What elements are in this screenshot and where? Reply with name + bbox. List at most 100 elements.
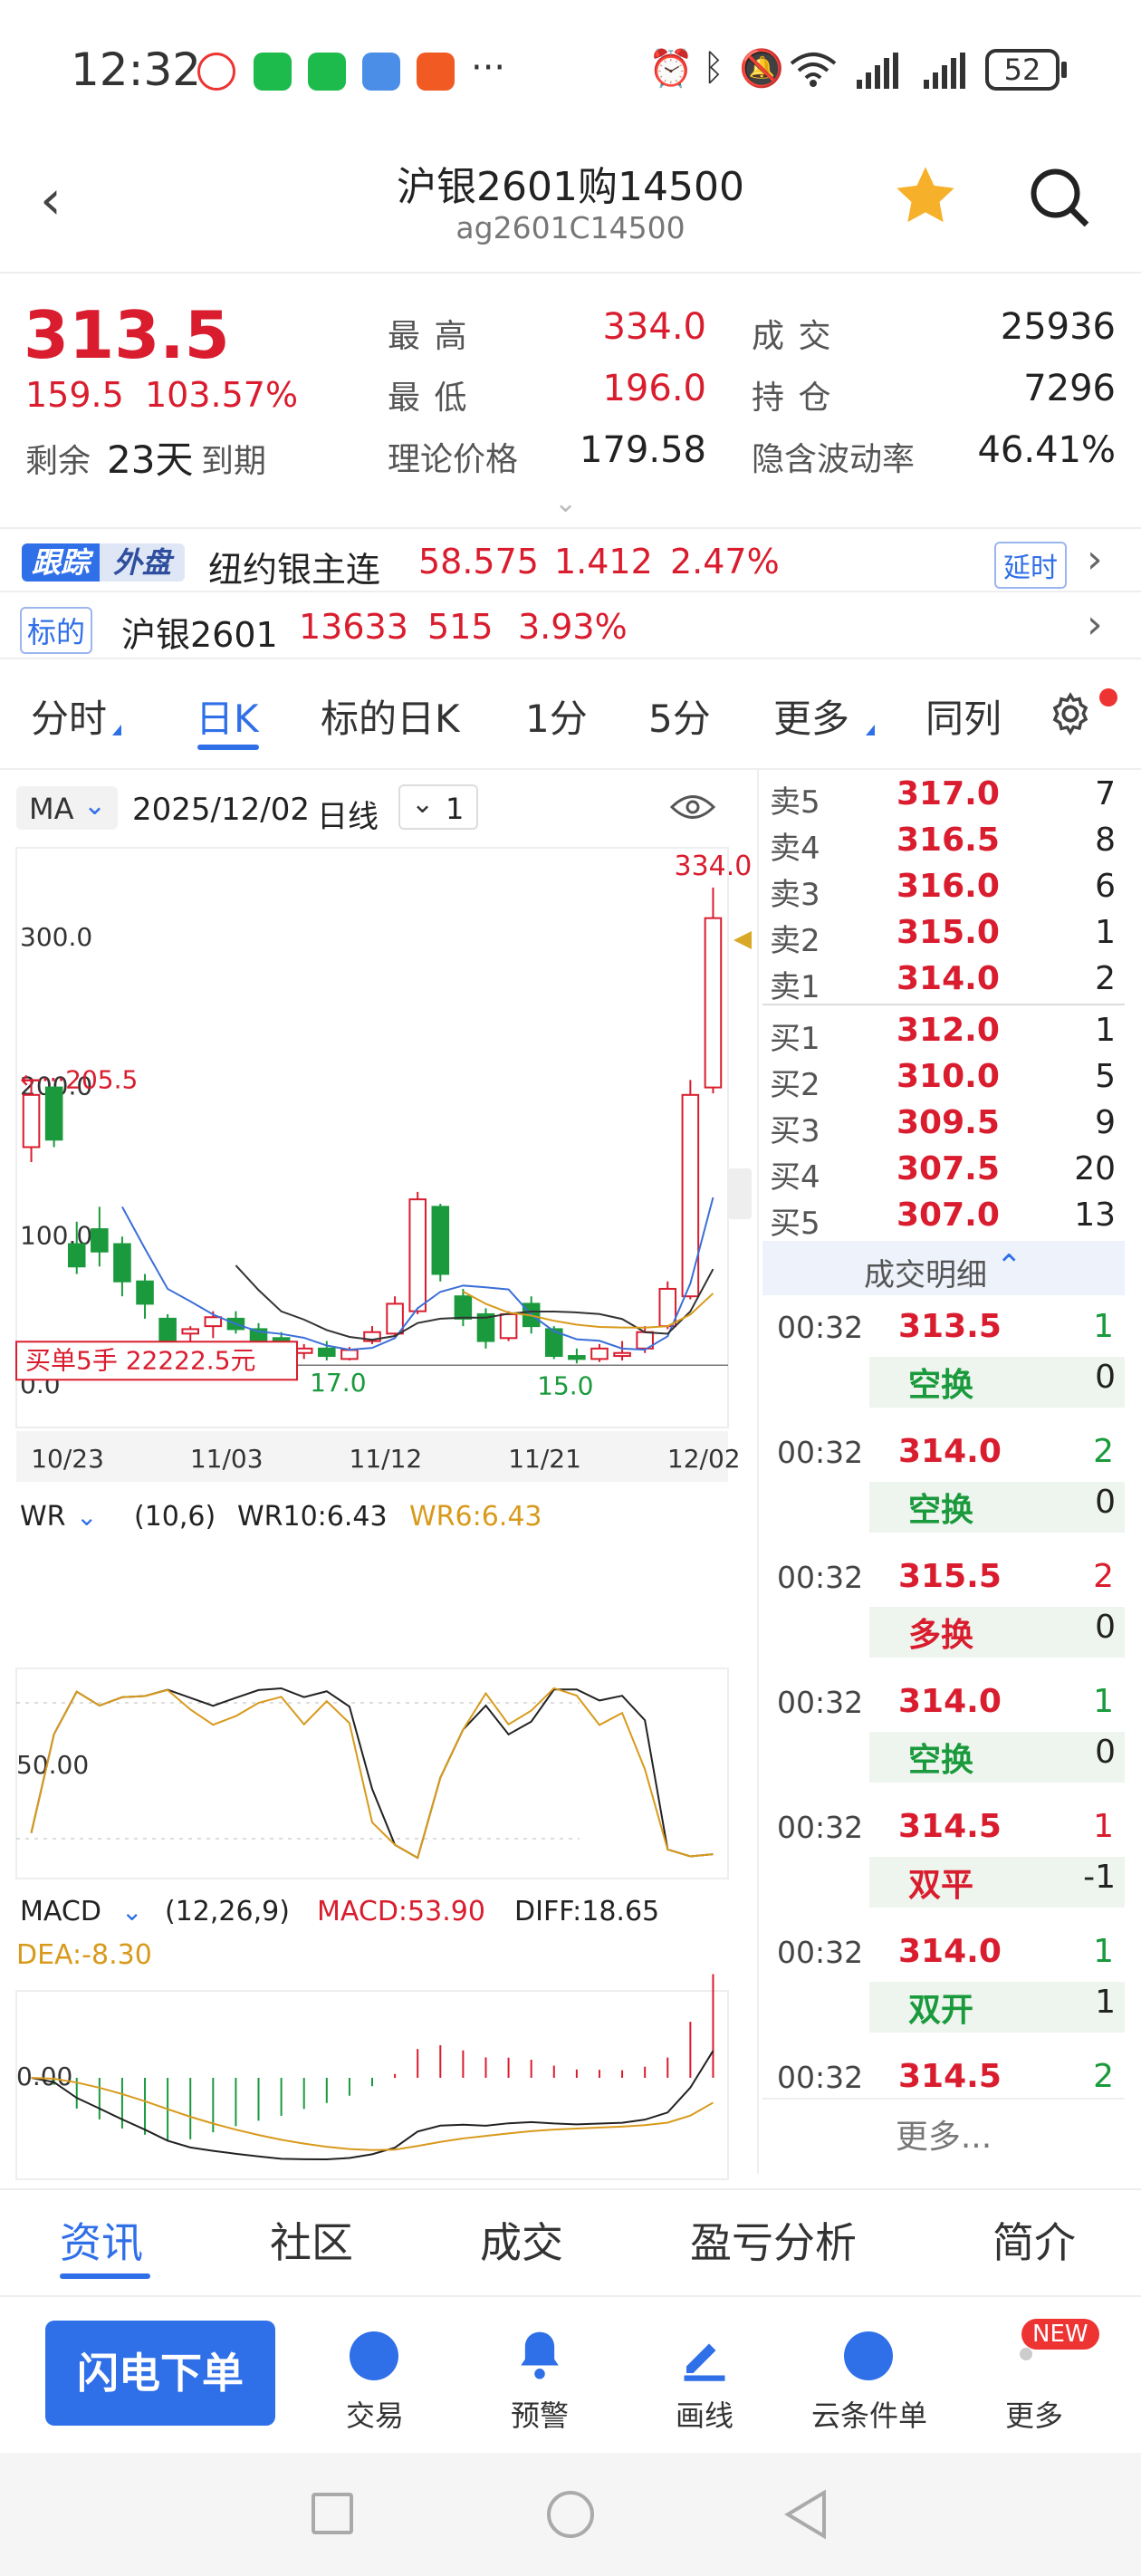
ob-volume: 13: [1074, 1197, 1116, 1234]
draw-line-icon[interactable]: [677, 2328, 732, 2386]
count-value: 1: [446, 792, 465, 826]
ob-volume: 9: [1095, 1104, 1116, 1141]
trades-more-link[interactable]: 更多...: [762, 2098, 1125, 2174]
x-tick-label: 12/02: [667, 1444, 741, 1474]
ask-row[interactable]: 卖3 316.0 6: [762, 864, 1125, 913]
diff-line: [31, 2050, 714, 2161]
theoretical-label: 理论价格: [388, 441, 519, 478]
tab-more[interactable]: 更多: [773, 688, 849, 744]
foreign-change: 1.412: [554, 542, 653, 582]
ob-price: 309.5: [896, 1104, 1000, 1141]
more-dots-icon[interactable]: [1020, 2348, 1032, 2360]
tab-active-indicator: [60, 2273, 150, 2279]
tab-intraday[interactable]: 分时: [31, 688, 107, 744]
cloud-order-label[interactable]: 云条件单: [797, 2393, 942, 2435]
candle-body: [113, 1243, 131, 1283]
trade-type: 空换: [907, 1742, 973, 1779]
search-icon[interactable]: [1027, 165, 1092, 234]
home-icon[interactable]: [547, 2491, 594, 2538]
trade-volume: 1: [1093, 1808, 1114, 1845]
candle-body: [91, 1228, 109, 1253]
trade-detail-header[interactable]: 成交明细 ⌃: [762, 1241, 1125, 1295]
tab-pnl-analysis[interactable]: 盈亏分析: [690, 2210, 857, 2270]
back-nav-icon[interactable]: [784, 2489, 828, 2543]
favorite-star-icon[interactable]: [891, 161, 960, 234]
high-value: 334.0: [602, 306, 706, 348]
cloud-order-icon[interactable]: [844, 2331, 893, 2380]
trade-type-volume: 0: [1095, 1734, 1116, 1771]
bell-icon[interactable]: [514, 2328, 565, 2386]
tab-community[interactable]: 社区: [270, 2210, 353, 2270]
quick-order-button[interactable]: 闪电下单: [45, 2321, 275, 2426]
ob-price: 316.5: [896, 822, 1000, 859]
tab-daily-k[interactable]: 日K: [196, 688, 259, 744]
ask-row[interactable]: 卖4 316.5 8: [762, 818, 1125, 867]
status-time: 12:32: [71, 43, 202, 96]
k-chart[interactable]: 300.0200.0100.00.0334.0←···205.517.0 15.0…: [0, 842, 752, 1621]
x-tick-label: 11/03: [190, 1444, 264, 1474]
settings-gear-icon[interactable]: [1047, 690, 1094, 741]
trade-icon[interactable]: [350, 2331, 398, 2380]
tab-5min[interactable]: 5分: [648, 688, 711, 744]
wr-line: [30, 1687, 714, 1860]
ob-price: 307.0: [896, 1197, 1000, 1234]
trade-volume: 2: [1093, 1558, 1114, 1595]
underlying-change-pct: 3.93%: [518, 607, 628, 647]
bid-row[interactable]: 买4 307.5 20: [762, 1147, 1125, 1196]
volume-value: 25936: [1000, 306, 1116, 348]
signal-icon: [855, 53, 900, 92]
more-label[interactable]: 更多: [962, 2393, 1107, 2435]
ask-row[interactable]: 卖1 314.0 2: [762, 956, 1125, 1005]
trade-price: 315.5: [898, 1558, 1002, 1595]
dea-line: [31, 2077, 714, 2151]
trade-time: 00:32: [777, 1560, 864, 1595]
tab-trades[interactable]: 成交: [480, 2210, 563, 2270]
alert-label[interactable]: 预警: [467, 2393, 612, 2435]
tab-profile[interactable]: 简介: [992, 2210, 1076, 2270]
iv-value: 46.41%: [977, 429, 1116, 471]
trade-volume: 2: [1093, 1433, 1114, 1470]
tab-news[interactable]: 资讯: [60, 2210, 143, 2270]
count-selector[interactable]: ⌄ 1: [398, 784, 478, 830]
wr-line: [30, 1687, 714, 1860]
ob-price: 317.0: [896, 775, 1000, 812]
trade-price: 314.5: [898, 2058, 1002, 2095]
ob-price: 310.0: [896, 1058, 1000, 1095]
bid-row[interactable]: 买3 309.5 9: [762, 1101, 1125, 1149]
bid-row[interactable]: 买1 312.0 1: [762, 1008, 1125, 1057]
futures-app-icon: [417, 53, 455, 91]
chevron-down-icon: ⌄: [121, 1897, 142, 1927]
indicator-charts[interactable]: 50.00 MACD ⌄ (12,26,9) MACD:53.90 DIFF:18.65 D…: [0, 1612, 752, 2183]
macd-value: MACD:53.90: [317, 1896, 485, 1927]
candle-body: [658, 1287, 677, 1328]
candle-body: [22, 1093, 41, 1149]
trade-type-volume: -1: [1083, 1859, 1116, 1896]
ask-row[interactable]: 卖5 317.0 7: [762, 772, 1125, 821]
trade-type: 双平: [907, 1867, 973, 1904]
ob-level-label: 买1: [770, 1021, 820, 1057]
candle-body: [181, 1328, 200, 1335]
draw-line-label[interactable]: 画线: [632, 2393, 777, 2435]
trade-volume: 1: [1093, 1933, 1114, 1970]
expand-chevron-icon[interactable]: ⌄: [554, 487, 577, 519]
trade-label[interactable]: 交易: [302, 2393, 447, 2435]
ask-row[interactable]: 卖2 315.0 1: [762, 910, 1125, 959]
eye-icon[interactable]: [669, 792, 716, 826]
expand-handle-icon: [728, 1168, 752, 1219]
tab-underlying-daily-k[interactable]: 标的日K: [321, 688, 460, 744]
foreign-market-row[interactable]: 跟踪 外盘 纽约银主连 58.575 1.412 2.47% 延时 ›: [0, 527, 1141, 592]
bid-row[interactable]: 买2 310.0 5: [762, 1054, 1125, 1103]
tab-same-series[interactable]: 同列: [925, 688, 1002, 744]
ob-price: 307.5: [896, 1150, 1000, 1187]
ob-volume: 1: [1095, 1012, 1116, 1049]
dropdown-corner-icon: [866, 725, 875, 735]
indicator-selector[interactable]: MA ⌄: [16, 786, 118, 830]
underlying-row[interactable]: 标的 沪银2601 13633 515 3.93% ›: [0, 594, 1141, 659]
chevron-down-icon: ⌄: [76, 1502, 97, 1532]
bid-row[interactable]: 买5 307.0 13: [762, 1193, 1125, 1242]
wr-frame: [15, 1668, 729, 1879]
recent-apps-icon[interactable]: [312, 2493, 353, 2534]
ob-level-label: 买5: [770, 1206, 820, 1242]
candle-body: [44, 1086, 63, 1141]
tab-1min[interactable]: 1分: [525, 688, 588, 744]
